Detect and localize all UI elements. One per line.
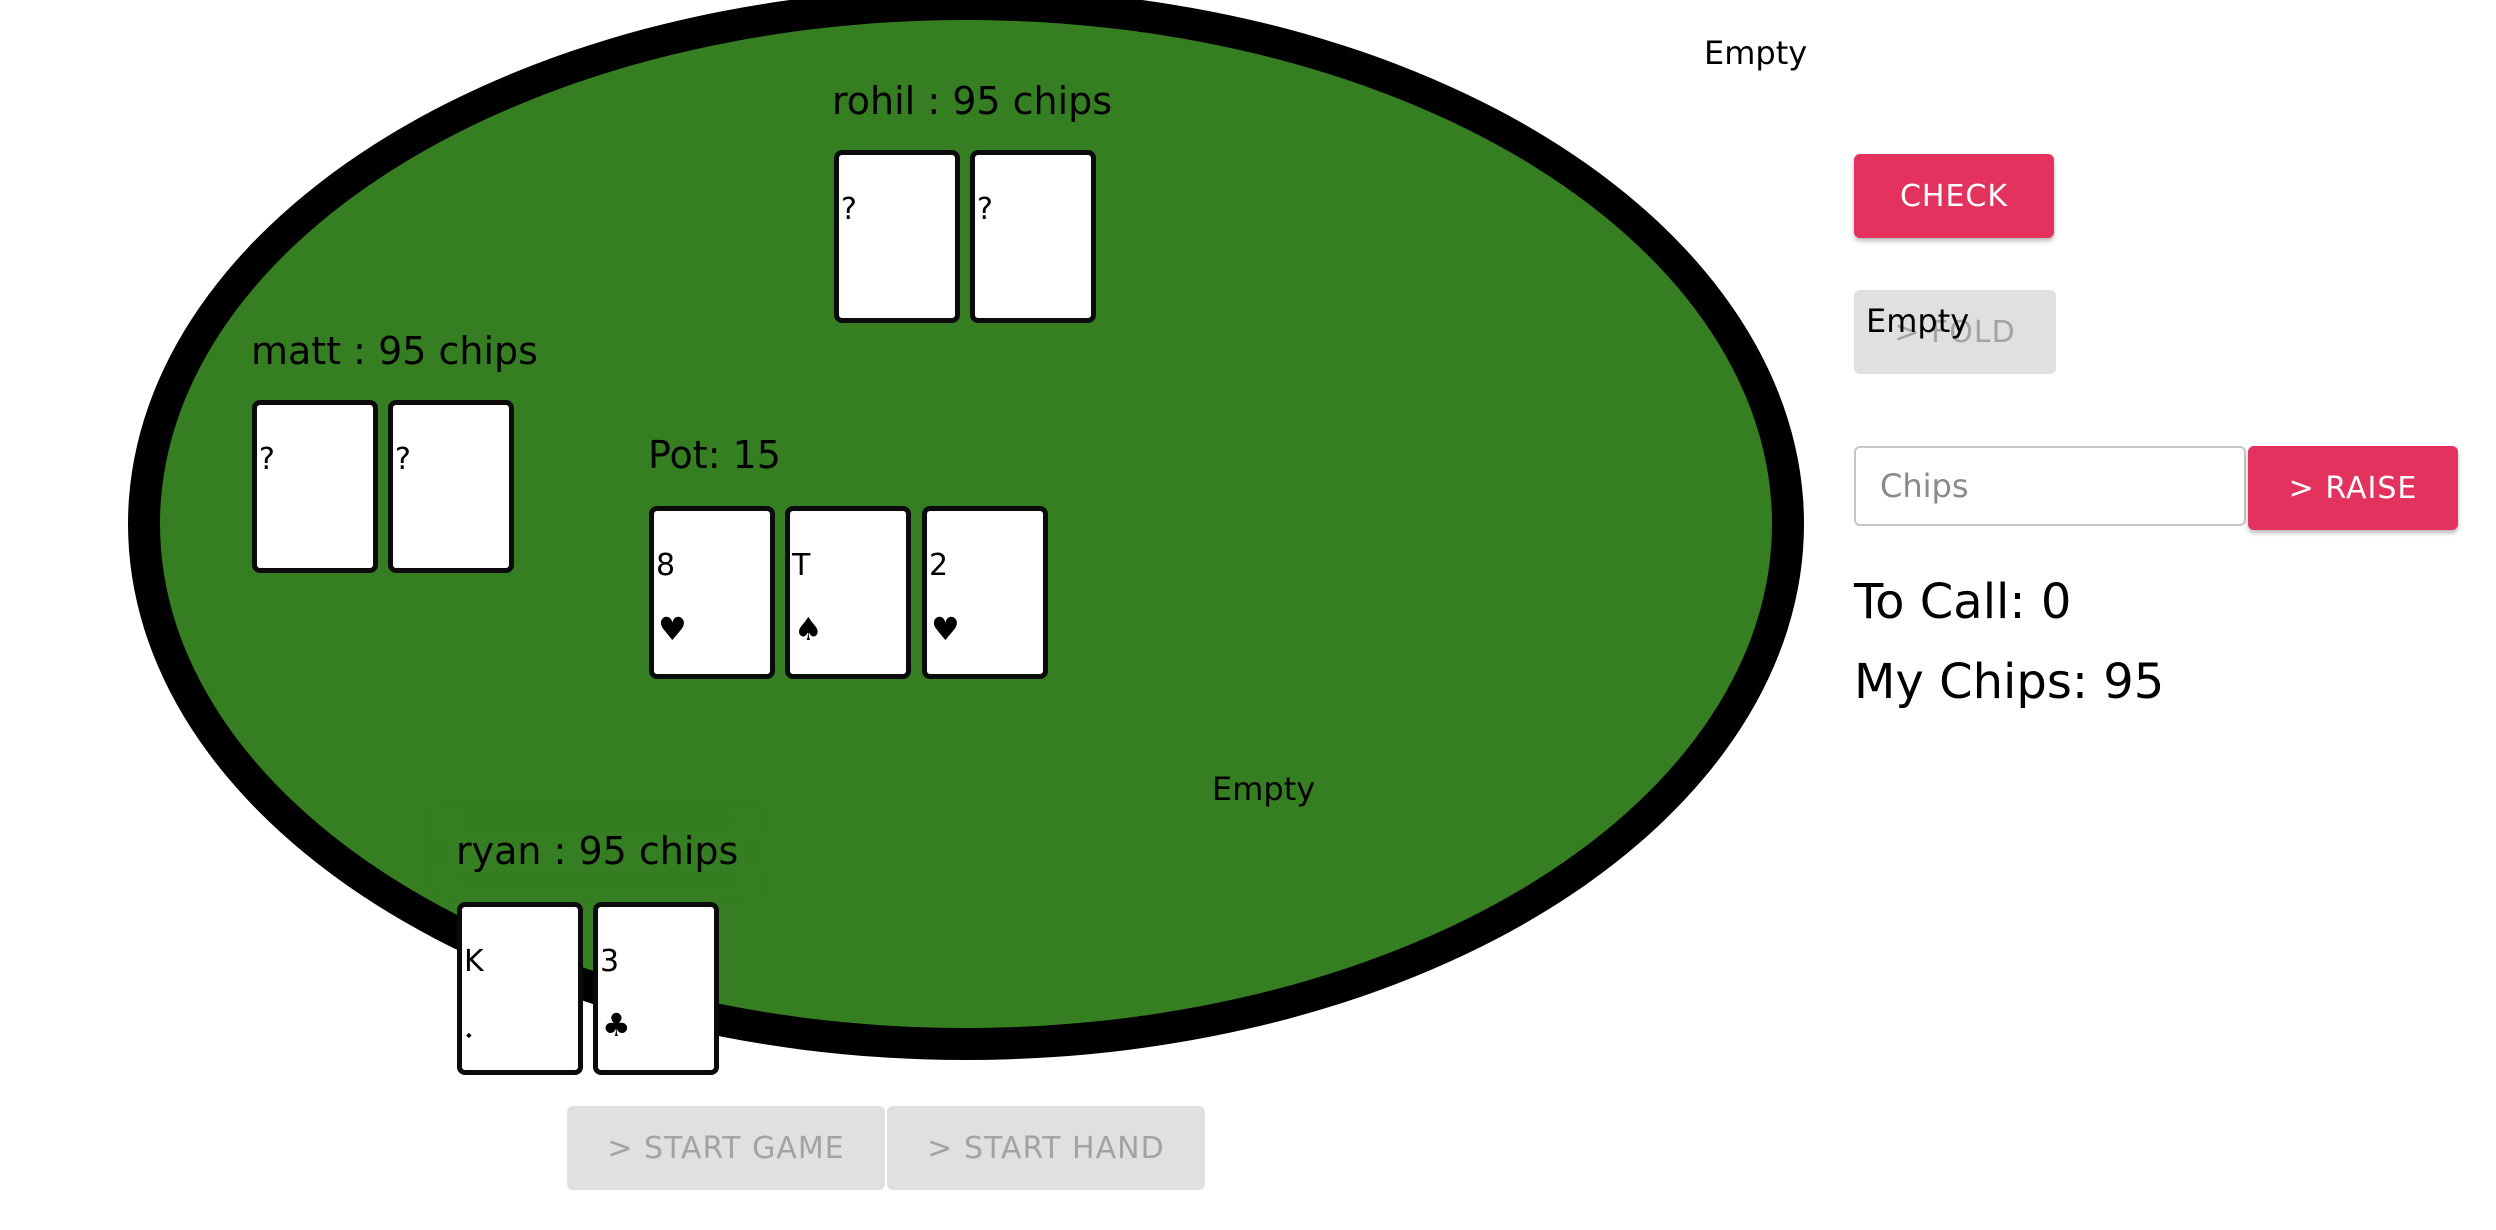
start-hand-button[interactable]: > START HAND: [887, 1106, 1205, 1190]
community-card-1: 8 ♥: [649, 506, 775, 679]
empty-seat-top-right: Empty: [1704, 34, 1808, 72]
card-ryan-2: 3 ♣: [593, 902, 719, 1075]
empty-seat-table: Empty: [1212, 770, 1316, 808]
player-label-matt: matt : 95 chips: [251, 329, 538, 373]
card-rank: T: [792, 548, 811, 583]
community-card-3: 2 ♥: [922, 506, 1048, 679]
card-rohil-1: ?: [834, 150, 960, 323]
card-rank: ?: [841, 192, 857, 227]
player-label-rohil: rohil : 95 chips: [832, 79, 1113, 123]
spade-suit-icon: ♠: [794, 610, 823, 648]
card-rank: ?: [259, 442, 275, 477]
empty-seat-fold-overlay: Empty: [1866, 302, 1970, 340]
card-rank: 2: [929, 548, 949, 583]
check-button[interactable]: CHECK: [1854, 154, 2054, 238]
card-rank: 3: [600, 944, 620, 979]
pot-label: Pot: 15: [648, 433, 781, 477]
heart-suit-icon: ♥: [658, 610, 687, 648]
card-rank: ?: [395, 442, 411, 477]
chips-input[interactable]: [1854, 446, 2246, 526]
card-rank: 8: [656, 548, 676, 583]
diamond-suit-icon: ⬩: [466, 1025, 472, 1044]
my-chips-text: My Chips: 95: [1854, 654, 2165, 710]
card-rohil-2: ?: [970, 150, 1096, 323]
card-matt-2: ?: [388, 400, 514, 573]
player-label-ryan: ryan : 95 chips: [452, 828, 743, 874]
card-rank: K: [464, 944, 484, 979]
card-matt-1: ?: [252, 400, 378, 573]
card-ryan-1: K ⬩: [457, 902, 583, 1075]
heart-suit-icon: ♥: [931, 610, 960, 648]
card-rank: ?: [977, 192, 993, 227]
community-card-2: T ♠: [785, 506, 911, 679]
to-call-text: To Call: 0: [1854, 574, 2072, 630]
start-game-button[interactable]: > START GAME: [567, 1106, 885, 1190]
club-suit-icon: ♣: [602, 1006, 631, 1044]
raise-button[interactable]: > RAISE: [2248, 446, 2458, 530]
